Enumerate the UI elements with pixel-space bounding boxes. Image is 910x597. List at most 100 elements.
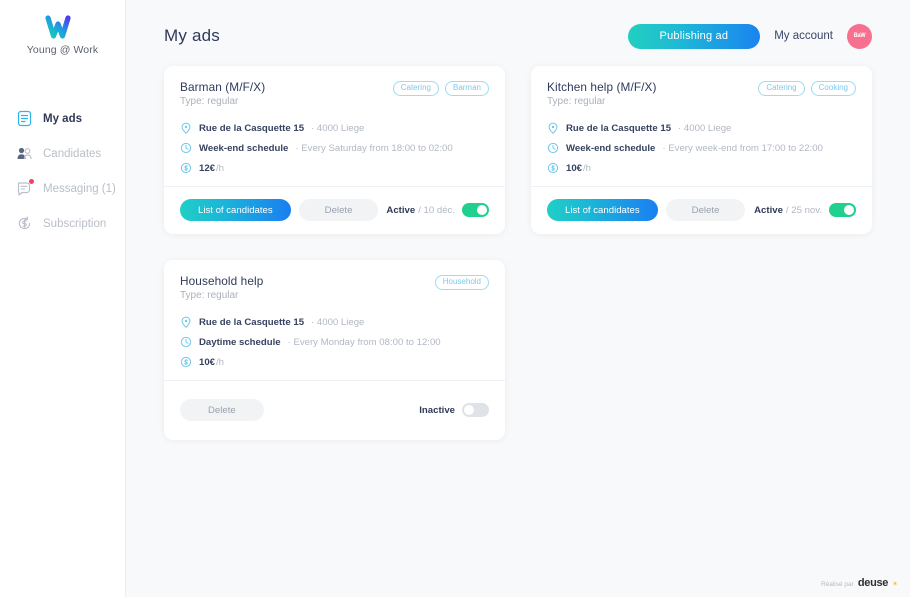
ad-location-extra: · 4000 Liege — [311, 123, 364, 134]
ad-location-row: Rue de la Casquette 15 · 4000 Liege — [180, 316, 489, 328]
ad-title: Kitchen help (M/F/X) — [547, 80, 758, 94]
ad-status: Active / 10 déc. — [386, 203, 489, 217]
ad-location: Rue de la Casquette 15 — [199, 317, 304, 328]
ad-card-header: Kitchen help (M/F/X) Type: regular Cater… — [547, 80, 856, 107]
status-date: / 25 nov. — [786, 205, 822, 216]
ad-card: Kitchen help (M/F/X) Type: regular Cater… — [531, 66, 872, 234]
toggle-knob — [844, 205, 854, 215]
my-account-link[interactable]: My account — [774, 30, 833, 42]
ad-title: Household help — [180, 274, 435, 288]
ad-pay-unit: /h — [216, 357, 224, 368]
ad-location-extra: · 4000 Liege — [311, 317, 364, 328]
sidebar-item-my-ads[interactable]: My ads — [0, 101, 125, 136]
delete-button[interactable]: Delete — [299, 199, 379, 221]
footer-brand[interactable]: deuse — [858, 577, 888, 589]
app-root: Young @ Work My ads Candid — [0, 0, 910, 597]
location-pin-icon — [547, 122, 559, 134]
ad-status: Active / 25 nov. — [754, 203, 856, 217]
status-label: Inactive — [419, 405, 455, 416]
ad-pay: 12€ — [199, 163, 215, 174]
ad-status: Inactive — [419, 403, 489, 417]
brand[interactable]: Young @ Work — [0, 0, 125, 56]
active-toggle[interactable] — [829, 203, 856, 217]
sidebar-item-label: Subscription — [43, 218, 106, 230]
money-icon — [547, 162, 559, 174]
ad-tag: Household — [435, 275, 489, 290]
sidebar-item-subscription[interactable]: Subscription — [0, 206, 125, 241]
document-icon — [16, 110, 33, 127]
ad-card-header: Household help Type: regular Household — [180, 274, 489, 301]
ad-schedule: Daytime schedule — [199, 337, 281, 348]
ad-card: Household help Type: regular Household — [164, 260, 505, 440]
delete-button[interactable]: Delete — [180, 399, 264, 421]
active-toggle[interactable] — [462, 403, 489, 417]
ad-title: Barman (M/F/X) — [180, 80, 393, 94]
ad-info-list: Rue de la Casquette 15 · 4000 Liege Week… — [547, 122, 856, 174]
star-icon: ✶ — [892, 580, 898, 588]
ad-type: Type: regular — [180, 96, 393, 107]
sidebar-item-messaging[interactable]: Messaging (1) — [0, 171, 125, 206]
ad-card-titles: Kitchen help (M/F/X) Type: regular — [547, 80, 758, 107]
ad-schedule-extra: · Every Saturday from 18:00 to 02:00 — [295, 143, 452, 154]
sidebar-item-candidates[interactable]: Candidates — [0, 136, 125, 171]
clock-icon — [547, 142, 559, 154]
ad-card-body: Kitchen help (M/F/X) Type: regular Cater… — [531, 66, 872, 186]
ads-grid: Barman (M/F/X) Type: regular Catering Ba… — [164, 66, 872, 440]
main-content: My ads Publishing ad My account BaW Barm… — [126, 0, 910, 597]
ad-tag: Catering — [393, 81, 439, 96]
money-icon — [180, 162, 192, 174]
refresh-dollar-icon — [16, 215, 33, 232]
message-icon — [16, 180, 33, 197]
ad-card-footer: List of candidates Delete Active / 10 dé… — [164, 186, 505, 234]
ad-schedule-extra: · Every week-end from 17:00 to 22:00 — [662, 143, 823, 154]
ad-location-row: Rue de la Casquette 15 · 4000 Liege — [180, 122, 489, 134]
status-label: Active — [754, 205, 783, 216]
ad-tag: Catering — [758, 81, 804, 96]
ad-card-titles: Household help Type: regular — [180, 274, 435, 301]
ad-schedule-row: Week-end schedule · Every Saturday from … — [180, 142, 489, 154]
ad-info-list: Rue de la Casquette 15 · 4000 Liege Week… — [180, 122, 489, 174]
ad-pay-row: 12€ /h — [180, 162, 489, 174]
ad-card-body: Household help Type: regular Household — [164, 260, 505, 380]
delete-button[interactable]: Delete — [666, 199, 746, 221]
ad-card-titles: Barman (M/F/X) Type: regular — [180, 80, 393, 107]
location-pin-icon — [180, 122, 192, 134]
topbar-actions: Publishing ad My account BaW — [628, 24, 872, 49]
list-of-candidates-button[interactable]: List of candidates — [547, 199, 658, 221]
w-logo-icon — [42, 12, 84, 42]
ad-type: Type: regular — [180, 290, 435, 301]
ad-card-body: Barman (M/F/X) Type: regular Catering Ba… — [164, 66, 505, 186]
ad-schedule-row: Daytime schedule · Every Monday from 08:… — [180, 336, 489, 348]
clock-icon — [180, 142, 192, 154]
ad-schedule: Week-end schedule — [199, 143, 288, 154]
ad-pay: 10€ — [199, 357, 215, 368]
topbar: My ads Publishing ad My account BaW — [164, 0, 872, 66]
ad-pay: 10€ — [566, 163, 582, 174]
sidebar: Young @ Work My ads Candid — [0, 0, 126, 597]
ad-tags: Catering Cooking — [758, 80, 856, 96]
ad-schedule-extra: · Every Monday from 08:00 to 12:00 — [288, 337, 441, 348]
status-label: Active — [386, 205, 415, 216]
people-icon — [16, 145, 33, 162]
sidebar-nav: My ads Candidates — [0, 101, 125, 241]
location-pin-icon — [180, 316, 192, 328]
ad-card-footer: Delete Inactive — [164, 380, 505, 440]
ad-info-list: Rue de la Casquette 15 · 4000 Liege Dayt… — [180, 316, 489, 368]
status-date: / 10 déc. — [418, 205, 455, 216]
list-of-candidates-button[interactable]: List of candidates — [180, 199, 291, 221]
avatar[interactable]: BaW — [847, 24, 872, 49]
footer-prefix: Réalisé par — [821, 581, 854, 588]
brand-name: Young @ Work — [0, 44, 125, 56]
publish-ad-button[interactable]: Publishing ad — [628, 24, 761, 49]
ad-card-header: Barman (M/F/X) Type: regular Catering Ba… — [180, 80, 489, 107]
ad-location: Rue de la Casquette 15 — [199, 123, 304, 134]
toggle-knob — [464, 405, 474, 415]
active-toggle[interactable] — [462, 203, 489, 217]
page-title: My ads — [164, 26, 220, 46]
ad-tags: Household — [435, 274, 489, 290]
toggle-knob — [477, 205, 487, 215]
clock-icon — [180, 336, 192, 348]
footer-credit: Réalisé par deuse ✶ — [821, 577, 898, 589]
ad-schedule-row: Week-end schedule · Every week-end from … — [547, 142, 856, 154]
ad-schedule: Week-end schedule — [566, 143, 655, 154]
